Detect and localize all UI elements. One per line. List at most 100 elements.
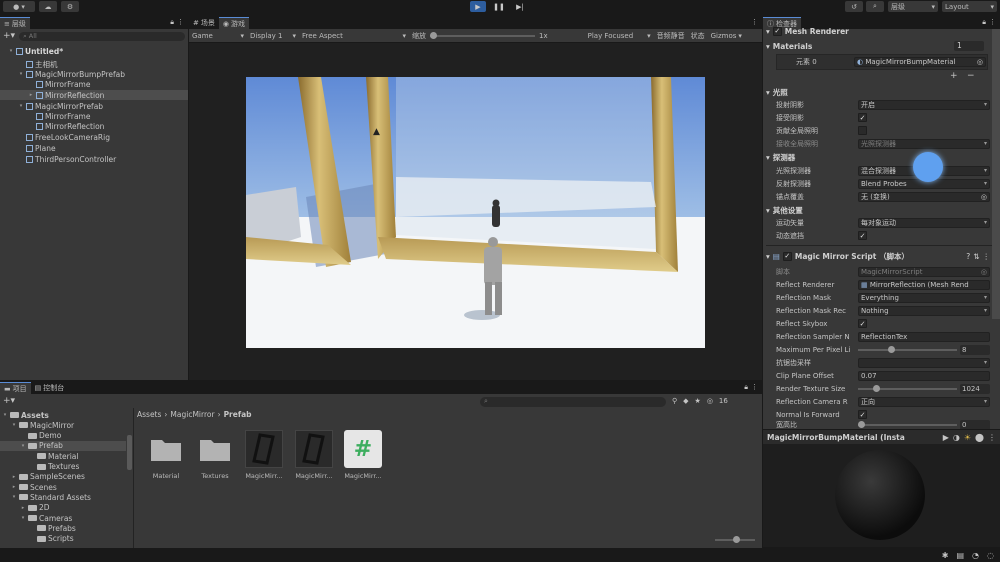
sphere-icon[interactable]: ◑	[953, 433, 960, 442]
materials-count-field[interactable]: 1	[954, 41, 984, 51]
tab-game[interactable]: ◉ 游戏	[218, 17, 249, 29]
stats-toggle[interactable]: 状态	[691, 31, 705, 41]
filter-type-icon[interactable]: ⚲	[672, 397, 677, 405]
tab-hierarchy[interactable]: ≡ 层级	[0, 17, 30, 29]
play-icon[interactable]: ▶	[943, 433, 949, 442]
hierarchy-item[interactable]: Plane	[0, 143, 188, 153]
menu-icon[interactable]: ⋮	[751, 18, 758, 26]
lock-icon[interactable]: 🔒︎	[170, 18, 174, 27]
project-tree-item[interactable]: ▾ Cameras	[0, 513, 126, 523]
game-mode-dropdown[interactable]: Game ▾	[189, 32, 247, 40]
expand-arrow-icon[interactable]: ▾	[20, 515, 26, 521]
reflection-mask-rec-dropdown[interactable]: Nothing	[858, 305, 990, 316]
expand-arrow-icon[interactable]: ▾	[18, 103, 24, 109]
script-object-field[interactable]: MagicMirrorScript ◎	[858, 266, 990, 277]
cache-icon[interactable]: ▤	[956, 551, 964, 560]
project-tree-scrollbar[interactable]	[127, 435, 132, 470]
expand-arrow-icon[interactable]: ▸	[20, 505, 26, 511]
tab-scene[interactable]: # 场景	[189, 17, 219, 29]
hierarchy-item[interactable]: ▾ Untitled*	[0, 46, 188, 56]
ratio-slider[interactable]: 0	[858, 420, 990, 429]
mute-audio-toggle[interactable]: 音频静音	[657, 31, 685, 41]
sampler-name-input[interactable]: ReflectionTex	[858, 331, 990, 342]
menu-icon[interactable]: ⋮	[177, 18, 184, 26]
hierarchy-item[interactable]: ThirdPersonController	[0, 154, 188, 164]
asset-item[interactable]: Textures	[194, 430, 236, 480]
hierarchy-item[interactable]: MirrorFrame	[0, 79, 188, 89]
breadcrumb-item[interactable]: Prefab	[224, 410, 252, 419]
max-per-pixel-slider[interactable]: 8	[858, 344, 990, 355]
hierarchy-item[interactable]: MirrorReflection	[0, 121, 188, 131]
tab-project[interactable]: ▬ 项目	[0, 382, 31, 394]
material-object-field[interactable]: ◐ MagicMirrorBumpMaterial ◎	[854, 56, 986, 67]
material-preview-sphere[interactable]	[835, 450, 925, 540]
reflect-skybox-checkbox[interactable]: ✓	[858, 319, 867, 328]
render-size-slider[interactable]: 1024	[858, 383, 990, 394]
project-tree-item[interactable]: Demo	[0, 431, 126, 441]
slider-knob[interactable]	[733, 536, 740, 543]
collab-button[interactable]: ⚙	[61, 1, 79, 12]
icon-size-slider[interactable]	[715, 536, 755, 543]
receive-shadows-checkbox[interactable]: ✓	[858, 113, 867, 122]
asset-item[interactable]: MagicMirr...	[293, 430, 335, 480]
target-icon[interactable]: ◎	[981, 193, 987, 201]
layout-dropdown[interactable]: Layout ▾	[942, 1, 997, 12]
cast-shadows-dropdown[interactable]: 开启	[858, 99, 990, 110]
asset-item[interactable]: Material	[145, 430, 187, 480]
hierarchy-item[interactable]: ▾ MagicMirrorPrefab	[0, 101, 188, 111]
materials-header[interactable]: ▾ Materials 1	[766, 40, 992, 52]
hierarchy-item[interactable]: FreeLookCameraRig	[0, 132, 188, 142]
add-icon[interactable]: +▾	[3, 31, 15, 41]
menu-icon[interactable]: ⋮	[988, 433, 996, 442]
hierarchy-item[interactable]: MirrorFrame	[0, 111, 188, 121]
antialiasing-dropdown[interactable]	[858, 357, 990, 368]
contribute-gi-checkbox[interactable]	[858, 126, 867, 135]
play-button[interactable]: ▶	[470, 1, 486, 12]
scale-slider[interactable]	[430, 31, 535, 39]
anchor-object-field[interactable]: 无 (变换) ◎	[858, 191, 990, 202]
hierarchy-item[interactable]: 主相机	[0, 59, 188, 69]
slider-knob[interactable]	[858, 420, 865, 428]
cloud-button[interactable]: ☁	[39, 1, 57, 12]
remove-element-button[interactable]: −	[967, 71, 975, 81]
slider-value-field[interactable]: 0	[960, 420, 990, 429]
lighting-header[interactable]: ▾ 光照	[766, 86, 992, 98]
reflect-renderer-field[interactable]: ▦ MirrorReflection (Mesh Rend	[858, 279, 990, 290]
expand-arrow-icon[interactable]: ▸	[11, 474, 17, 480]
project-tree-item[interactable]: ▸ SampleScenes	[0, 472, 126, 482]
slider-value-field[interactable]: 1024	[960, 383, 990, 394]
bell-icon[interactable]: ◌	[987, 551, 994, 560]
pause-button[interactable]: ❚❚	[491, 1, 507, 12]
history-button[interactable]: ↺	[845, 1, 863, 12]
preset-icon[interactable]: ⇅	[973, 252, 979, 261]
slider-knob[interactable]	[430, 31, 437, 39]
probes-header[interactable]: ▾ 探测器	[766, 151, 992, 163]
search-button[interactable]: ⌕	[866, 1, 884, 12]
project-tree-item[interactable]: ▾ Assets	[0, 410, 126, 420]
aspect-dropdown[interactable]: Free Aspect ▾	[299, 32, 409, 40]
expand-arrow-icon[interactable]: ▾	[18, 71, 24, 77]
eye-off-icon[interactable]: ◎	[707, 397, 713, 405]
star-icon[interactable]: ★	[695, 397, 701, 405]
project-tree-item[interactable]: ▸ Scenes	[0, 482, 126, 492]
expand-arrow-icon[interactable]: ▸	[28, 92, 34, 98]
display-dropdown[interactable]: Display 1 ▾	[247, 32, 299, 40]
gizmos-toggle[interactable]: Gizmos	[711, 32, 737, 40]
game-viewport[interactable]	[246, 77, 705, 348]
chevron-down-icon[interactable]: ▾	[738, 32, 742, 40]
play-focused-dropdown[interactable]: Play Focused ▾	[588, 32, 654, 40]
debug-icon[interactable]: ✱	[942, 551, 949, 560]
target-icon[interactable]: ◎	[977, 58, 983, 66]
clip-plane-input[interactable]: 0.07	[858, 370, 990, 381]
project-tree-item[interactable]: Material	[0, 451, 126, 461]
layers-dropdown[interactable]: 层级 ▾	[888, 1, 938, 12]
help-icon[interactable]: ?	[966, 252, 970, 261]
project-tree-item[interactable]: ▾ Prefab	[0, 440, 126, 451]
expand-arrow-icon[interactable]: ▾	[20, 443, 26, 449]
project-tree-item[interactable]: ▾ Standard Assets	[0, 492, 126, 502]
slider-knob[interactable]	[887, 345, 895, 353]
magic-mirror-script-header[interactable]: ▾ ▤ ✓ Magic Mirror Script （脚本）? ⇅ ⋮	[766, 250, 992, 262]
reflection-mask-dropdown[interactable]: Everything	[858, 292, 990, 303]
menu-icon[interactable]: ⋮	[983, 252, 991, 261]
hierarchy-item[interactable]: ▾ MagicMirrorBumpPrefab	[0, 69, 188, 79]
